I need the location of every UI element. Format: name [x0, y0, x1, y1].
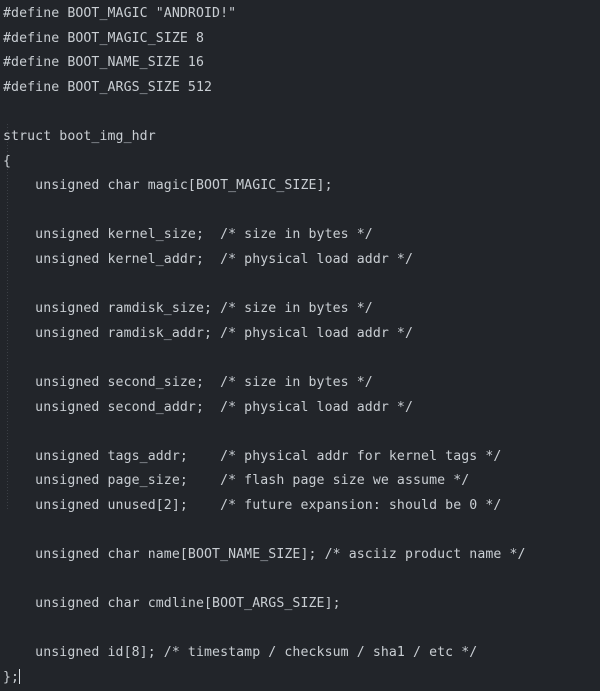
- code-line: unsigned kernel_size; /* size in bytes *…: [3, 227, 373, 243]
- code-line: unsigned id[8]; /* timestamp / checksum …: [3, 645, 478, 661]
- code-line: unsigned char magic[BOOT_MAGIC_SIZE];: [3, 178, 333, 194]
- code-line-text: };: [3, 670, 20, 686]
- code-line: unsigned kernel_addr; /* physical load a…: [3, 251, 414, 267]
- code-line: unsigned ramdisk_size; /* size in bytes …: [3, 301, 373, 317]
- code-line: #define BOOT_NAME_SIZE 16: [3, 55, 204, 71]
- code-line: unsigned unused[2]; /* future expansion:…: [3, 497, 502, 513]
- code-line: unsigned ramdisk_addr; /* physical load …: [3, 325, 414, 341]
- code-text-area[interactable]: #define BOOT_MAGIC "ANDROID!" #define BOO…: [0, 2, 600, 691]
- code-line: unsigned second_size; /* size in bytes *…: [3, 374, 373, 390]
- code-line: unsigned char cmdline[BOOT_ARGS_SIZE];: [3, 596, 341, 612]
- code-line: unsigned tags_addr; /* physical addr for…: [3, 448, 502, 464]
- code-line: #define BOOT_MAGIC "ANDROID!": [3, 6, 237, 21]
- code-line: struct boot_img_hdr: [3, 128, 156, 144]
- code-line: unsigned page_size; /* flash page size w…: [3, 473, 470, 489]
- code-line: unsigned char name[BOOT_NAME_SIZE]; /* a…: [3, 547, 526, 563]
- code-line-last: };: [3, 666, 600, 691]
- text-caret: [19, 669, 21, 685]
- code-line: {: [3, 153, 12, 169]
- code-editor[interactable]: #define BOOT_MAGIC "ANDROID!" #define BOO…: [0, 0, 600, 685]
- code-line: #define BOOT_ARGS_SIZE 512: [3, 79, 213, 95]
- code-line: unsigned second_addr; /* physical load a…: [3, 399, 414, 415]
- code-line: #define BOOT_MAGIC_SIZE 8: [3, 30, 204, 46]
